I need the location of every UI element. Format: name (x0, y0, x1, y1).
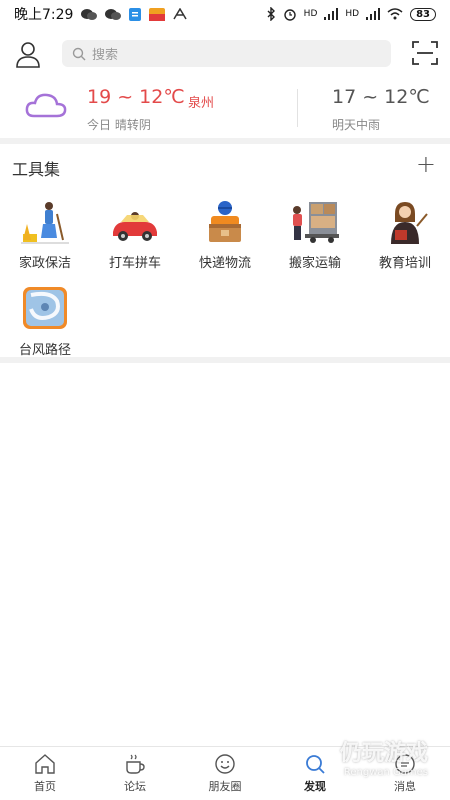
signal-icon (366, 8, 381, 20)
car-icon (113, 212, 157, 241)
tool-label: 教育培训 (378, 256, 431, 271)
wechat-icon (105, 8, 122, 20)
watermark-logo: 仍玩游戏 Rengwan Games (340, 735, 428, 778)
scan-icon[interactable] (412, 40, 438, 66)
nav-item-forum[interactable]: 论坛 (90, 747, 180, 800)
nav-item-home[interactable]: 首页 (0, 747, 90, 800)
tool-item-cleaning[interactable]: 家政保洁 (5, 200, 85, 271)
tool-label: 家政保洁 (18, 256, 71, 271)
nav-item-moments[interactable]: 朋友圈 (180, 747, 270, 800)
tool-label: 台风路径 (18, 343, 71, 358)
moving-truck-icon (293, 202, 339, 243)
nav-label: 论坛 (124, 780, 146, 793)
add-tool-button[interactable]: + (416, 150, 436, 178)
tool-item-taxi[interactable]: 打车拼车 (95, 200, 175, 271)
hd-badge: HD (345, 9, 360, 19)
discover-icon (306, 755, 325, 774)
location-arrow-icon (173, 8, 188, 20)
home-icon (35, 754, 55, 774)
delivery-icon (209, 201, 241, 242)
wifi-icon (387, 8, 403, 20)
status-time: 晚上7:29 (14, 7, 74, 23)
doc-app-icon (129, 7, 142, 21)
typhoon-icon (23, 287, 67, 329)
nav-label: 发现 (304, 780, 326, 793)
tool-item-typhoon[interactable]: 台风路径 (5, 287, 85, 358)
tomorrow-description: 明天中雨 (332, 118, 381, 132)
cleaning-icon (21, 202, 69, 244)
tool-item-education[interactable]: 教育培训 (365, 200, 445, 271)
tool-item-express[interactable]: 快递物流 (185, 200, 265, 271)
user-icon[interactable] (14, 40, 42, 68)
city-label: 泉州 (188, 96, 215, 111)
today-temperature: 19 ~ 12℃ (87, 86, 185, 108)
nav-label: 首页 (34, 780, 56, 793)
weather-card[interactable]: 19 ~ 12℃ 泉州 今日 晴转阴 17 ~ 12℃ 明天中雨 (0, 80, 450, 140)
section-divider (0, 138, 450, 144)
alarm-icon (283, 9, 296, 21)
divider (297, 89, 298, 127)
tool-label: 快递物流 (198, 256, 251, 271)
nav-label: 消息 (394, 780, 416, 793)
hd-badge: HD (303, 9, 318, 19)
teacher-icon (391, 202, 428, 244)
watermark-text: 仍玩游戏 (339, 741, 428, 766)
tool-item-moving[interactable]: 搬家运输 (275, 200, 355, 271)
tools-title: 工具集 (12, 160, 61, 179)
search-input[interactable]: 搜索 (62, 40, 391, 67)
search-placeholder: 搜索 (92, 48, 119, 63)
tool-label: 搬家运输 (288, 256, 341, 271)
search-icon (72, 47, 86, 60)
tomorrow-temperature: 17 ~ 12℃ (332, 86, 430, 108)
tool-label: 打车拼车 (108, 256, 161, 271)
section-divider (0, 357, 450, 363)
app-icon (149, 7, 166, 21)
wechat-icon (81, 8, 98, 20)
smile-icon (215, 754, 235, 774)
status-bar: 晚上7:29 HD HD 83 (0, 0, 450, 28)
cloud-icon (25, 93, 67, 118)
header: 搜索 (0, 34, 450, 74)
nav-label: 朋友圈 (208, 780, 242, 793)
today-description: 今日 晴转阴 (87, 118, 151, 132)
battery-indicator: 83 (410, 7, 436, 21)
coffee-icon (126, 754, 145, 774)
signal-icon (324, 8, 339, 20)
watermark-subtext: Rengwan Games (343, 767, 428, 778)
bluetooth-icon (267, 7, 275, 21)
